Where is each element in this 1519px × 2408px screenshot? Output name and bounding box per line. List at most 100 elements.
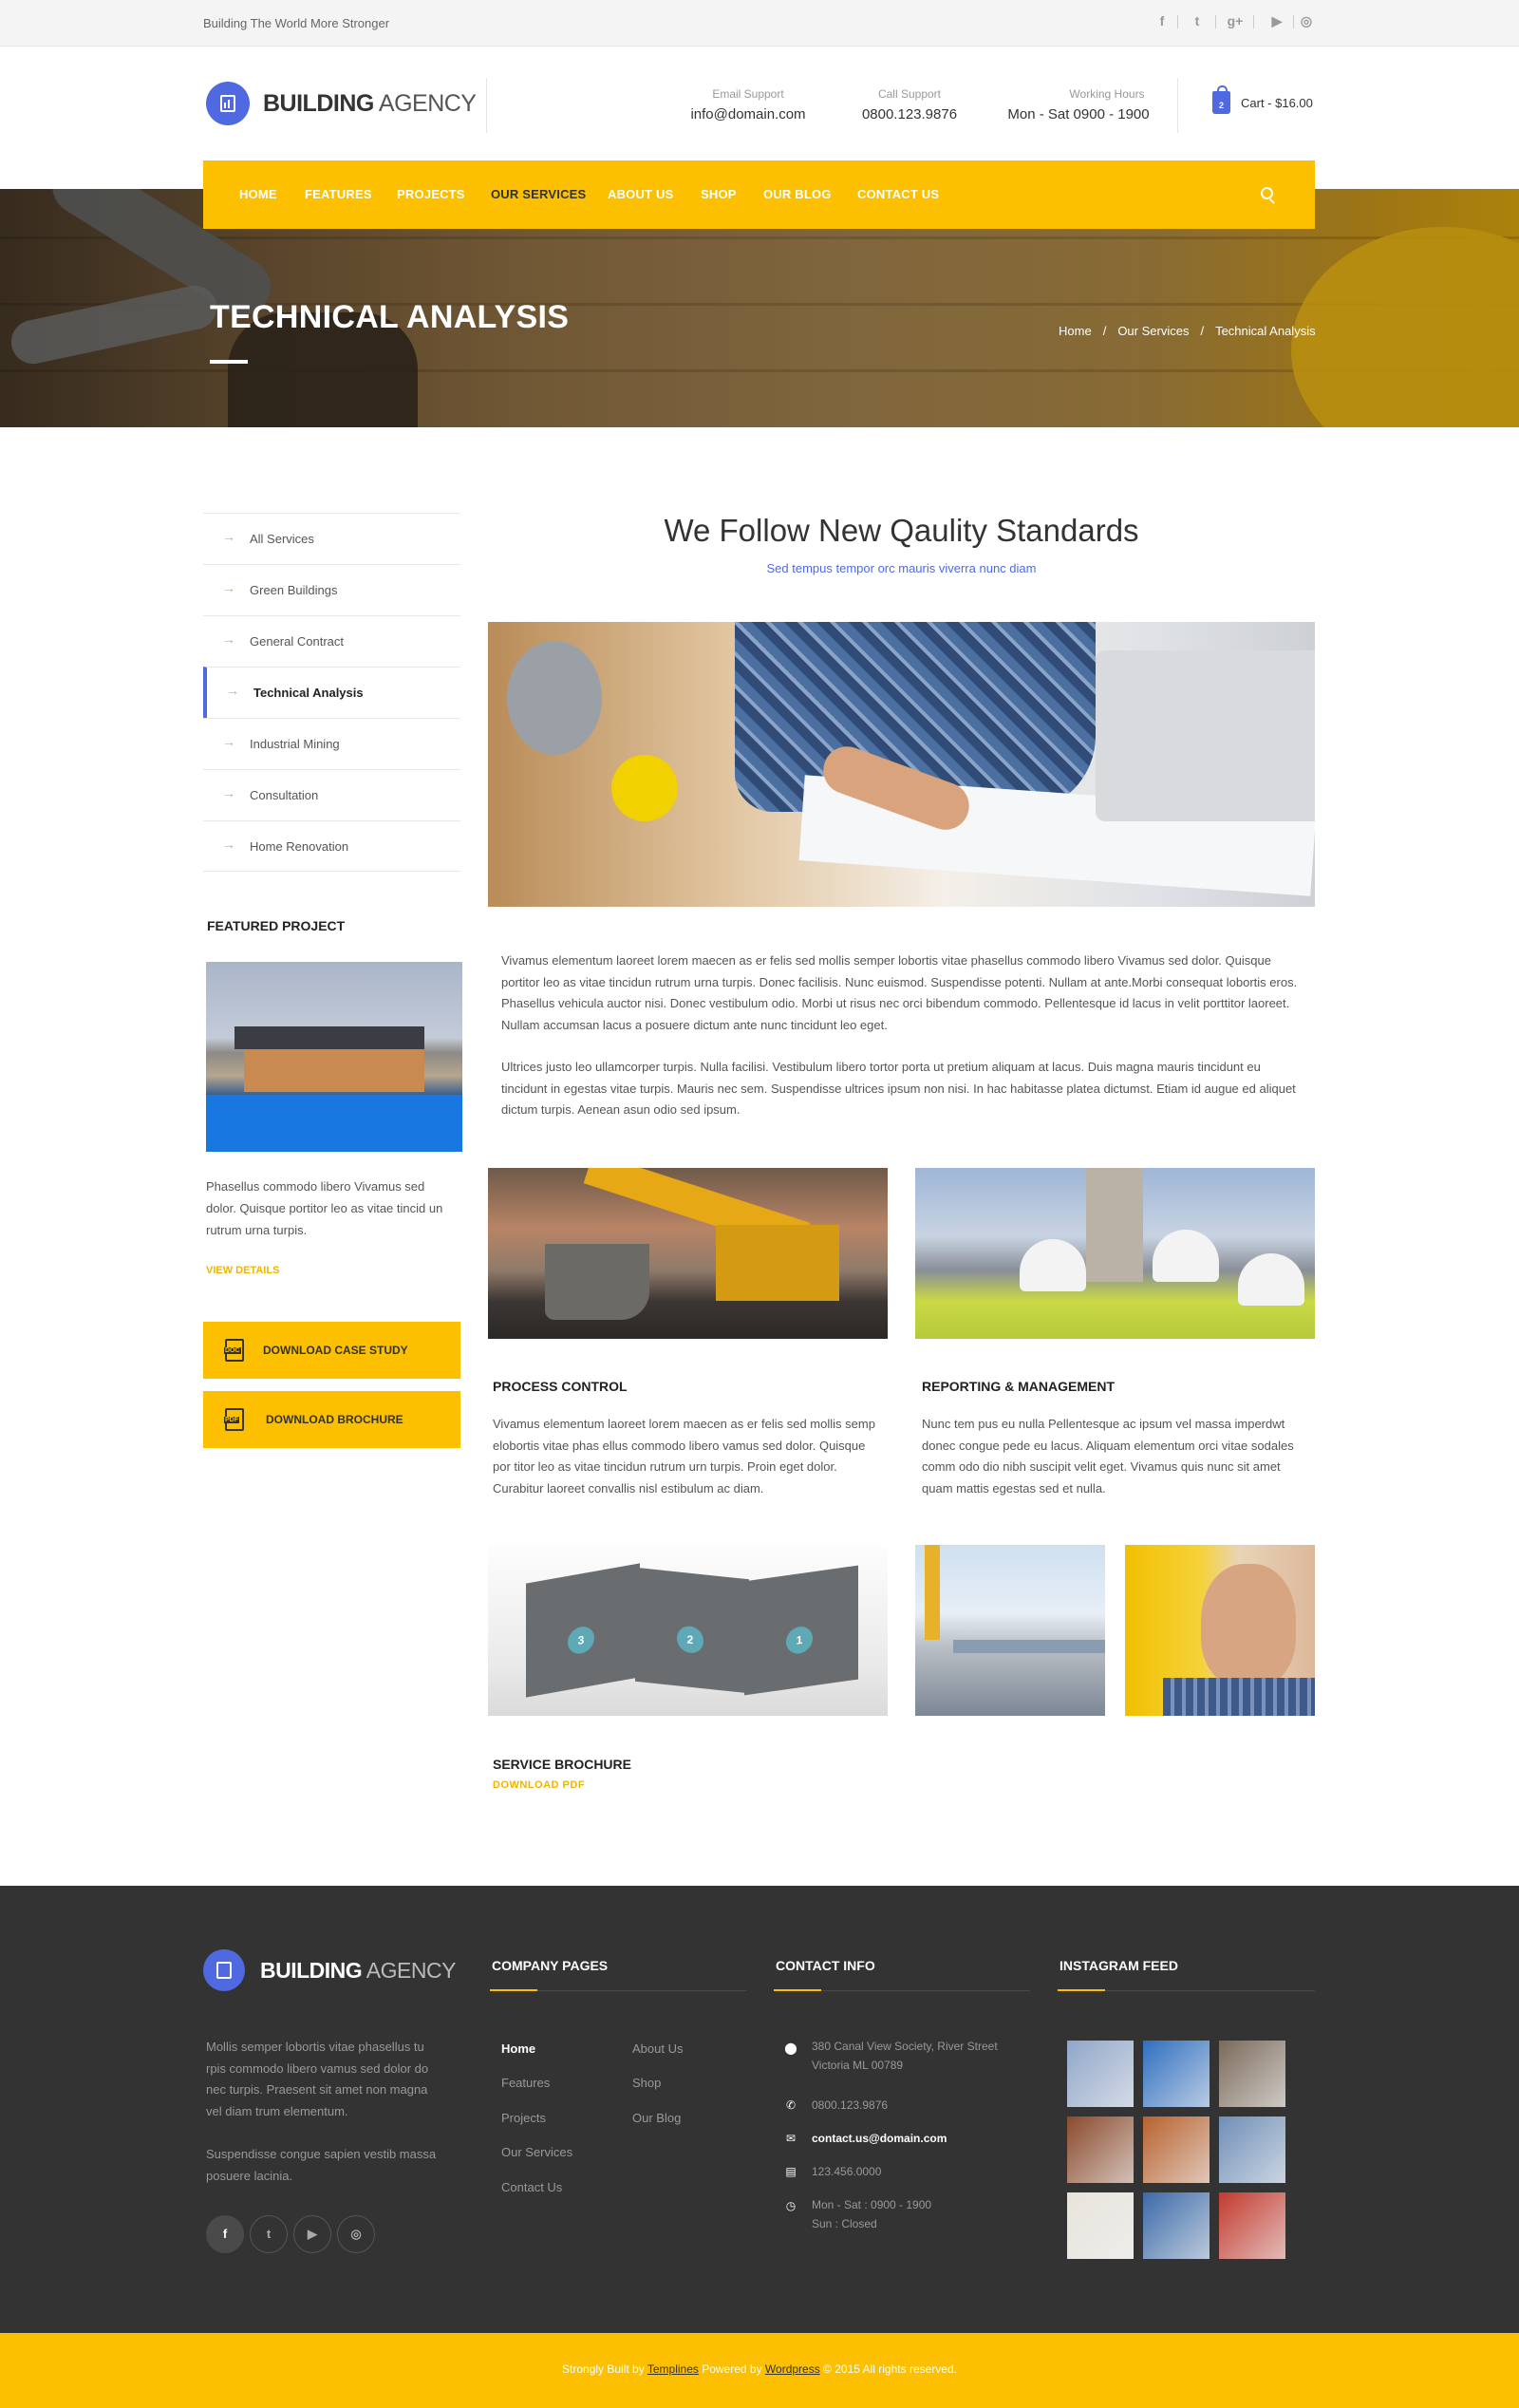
sidebar-item-label: All Services: [250, 532, 314, 546]
sidebar-item-industrial-mining[interactable]: → Industrial Mining: [203, 718, 460, 769]
youtube-icon[interactable]: ▶: [1266, 13, 1287, 29]
pdf-badge: PDF: [224, 1417, 239, 1423]
nav-home[interactable]: HOME: [239, 187, 277, 201]
footer-about: Mollis semper lobortis vitae phasellus t…: [206, 2037, 445, 2187]
facebook-icon[interactable]: f: [1152, 13, 1172, 28]
featured-project-image[interactable]: [206, 962, 462, 1152]
footer-link-home[interactable]: Home: [501, 2041, 535, 2056]
working-hours: Working Hours Mon - Sat 0900 - 1900: [998, 87, 1159, 122]
footer-link-projects[interactable]: Projects: [501, 2111, 546, 2125]
cart-icon[interactable]: 2: [1212, 85, 1230, 114]
view-details-link[interactable]: VIEW DETAILS: [206, 1265, 279, 1276]
breadcrumb-home[interactable]: Home: [1059, 324, 1092, 338]
arrow-right-icon: →: [222, 837, 235, 852]
footer-link-about-us[interactable]: About Us: [632, 2041, 683, 2056]
reporting-management-title: REPORTING & MANAGEMENT: [922, 1379, 1115, 1394]
templines-link[interactable]: Templines: [647, 2362, 699, 2376]
copyright-suffix: © 2015 All rights reserved.: [819, 2362, 957, 2376]
body-paragraph: Vivamus elementum laoreet lorem maecen a…: [501, 953, 1298, 1032]
contact-hours: Mon - Sat : 0900 - 1900 Sun : Closed: [812, 2195, 931, 2233]
logo-bold: BUILDING: [263, 90, 374, 117]
contact-fax: 123.456.0000: [812, 2165, 882, 2178]
call-support-label: Call Support: [877, 87, 942, 101]
reporting-management-text: Nunc tem pus eu nulla Pellentesque ac ip…: [922, 1417, 1294, 1496]
document-icon: DOC: [224, 1339, 244, 1362]
service-brochure-title: SERVICE BROCHURE: [493, 1757, 631, 1772]
breadcrumb-separator: /: [1102, 324, 1107, 338]
clock-icon: ◷: [785, 2199, 797, 2212]
nav-contact-us[interactable]: CONTACT US: [857, 187, 939, 201]
sidebar-item-all-services[interactable]: → All Services: [203, 513, 460, 564]
sidebar-item-green-buildings[interactable]: → Green Buildings: [203, 564, 460, 615]
wordpress-link[interactable]: Wordpress: [765, 2362, 820, 2376]
doc-badge: DOC: [224, 1347, 241, 1354]
download-brochure-button[interactable]: PDF DOWNLOAD BROCHURE: [203, 1391, 460, 1448]
section-subtitle: Sed tempus tempor orc mauris viverra nun…: [766, 561, 1037, 575]
footer-link-features[interactable]: Features: [501, 2076, 550, 2090]
twitter-icon[interactable]: t: [1187, 13, 1208, 28]
nav-about-us[interactable]: ABOUT US: [608, 187, 674, 201]
facebook-icon[interactable]: f: [206, 2215, 244, 2253]
page-title: TECHNICAL ANALYSIS: [210, 299, 570, 335]
youtube-icon[interactable]: ▶: [293, 2215, 331, 2253]
instagram-feed-heading: INSTAGRAM FEED: [1060, 1958, 1178, 1973]
footer-link-shop[interactable]: Shop: [632, 2076, 661, 2090]
download-case-study-button[interactable]: DOC DOWNLOAD CASE STUDY: [203, 1322, 460, 1379]
logo-bold: BUILDING: [260, 1958, 363, 1983]
sidebar-item-consultation[interactable]: → Consultation: [203, 769, 460, 820]
tagline: Building The World More Stronger: [203, 16, 390, 30]
footer-link-contact-us[interactable]: Contact Us: [501, 2180, 562, 2194]
sidebar-item-technical-analysis[interactable]: → Technical Analysis: [203, 667, 460, 718]
sidebar-item-label: Industrial Mining: [250, 737, 340, 751]
call-support: Call Support 0800.123.9876: [848, 87, 971, 122]
sidebar-item-general-contract[interactable]: → General Contract: [203, 615, 460, 667]
email-support: Email Support info@domain.com: [677, 87, 819, 122]
nav-features[interactable]: FEATURES: [305, 187, 372, 201]
instagram-tile[interactable]: [1143, 2192, 1210, 2259]
instagram-tile[interactable]: [1219, 2116, 1285, 2183]
instagram-tile[interactable]: [1067, 2192, 1134, 2259]
nav-projects[interactable]: PROJECTS: [397, 187, 465, 201]
contact-email[interactable]: contact.us@domain.com: [812, 2129, 947, 2148]
logo-icon[interactable]: [206, 82, 250, 125]
footer-link-our-services[interactable]: Our Services: [501, 2145, 572, 2159]
technical-analysis-photo: [488, 622, 1315, 907]
footer-link-our-blog[interactable]: Our Blog: [632, 2111, 681, 2125]
engineer-portrait-photo: [1125, 1545, 1315, 1716]
download-label: DOWNLOAD CASE STUDY: [263, 1344, 408, 1357]
instagram-tile[interactable]: [1219, 2192, 1285, 2259]
fax-icon: ▤: [785, 2165, 797, 2178]
nav-our-blog[interactable]: OUR BLOG: [763, 187, 832, 201]
footer-logo-text[interactable]: BUILDING AGENCY: [260, 1958, 456, 1984]
title-underline: [210, 360, 248, 364]
process-control-title: PROCESS CONTROL: [493, 1379, 628, 1394]
email-support-value[interactable]: info@domain.com: [677, 106, 819, 122]
phone-icon: ✆: [785, 2098, 797, 2112]
envelope-icon: ✉: [785, 2132, 797, 2145]
instagram-tile[interactable]: [1067, 2116, 1134, 2183]
sidebar-item-label: General Contract: [250, 634, 344, 649]
download-pdf-link[interactable]: DOWNLOAD PDF: [493, 1779, 585, 1791]
nav-shop[interactable]: SHOP: [701, 187, 737, 201]
twitter-icon[interactable]: t: [250, 2215, 288, 2253]
nav-our-services[interactable]: OUR SERVICES: [491, 187, 586, 201]
footer-logo-icon[interactable]: [203, 1949, 245, 1991]
copyright-mid: Powered by: [698, 2362, 765, 2376]
copyright-prefix: Strongly Built by: [562, 2362, 647, 2376]
cart-count: 2: [1218, 101, 1224, 110]
logo-text[interactable]: BUILDING AGENCY: [263, 90, 477, 118]
sidebar-item-home-renovation[interactable]: → Home Renovation: [203, 820, 460, 872]
instagram-icon[interactable]: ◎: [337, 2215, 375, 2253]
footer-about-text: Mollis semper lobortis vitae phasellus t…: [206, 2040, 429, 2118]
instagram-icon[interactable]: ◎: [1296, 13, 1317, 29]
divider: [1293, 15, 1294, 28]
breadcrumb-our-services[interactable]: Our Services: [1117, 324, 1189, 338]
company-pages-heading: COMPANY PAGES: [492, 1958, 609, 1973]
instagram-tile[interactable]: [1067, 2041, 1134, 2107]
instagram-tile[interactable]: [1219, 2041, 1285, 2107]
cart-total[interactable]: Cart - $16.00: [1241, 96, 1313, 110]
search-icon[interactable]: [1261, 187, 1273, 199]
google-plus-icon[interactable]: g+: [1225, 13, 1246, 28]
instagram-tile[interactable]: [1143, 2041, 1210, 2107]
instagram-tile[interactable]: [1143, 2116, 1210, 2183]
